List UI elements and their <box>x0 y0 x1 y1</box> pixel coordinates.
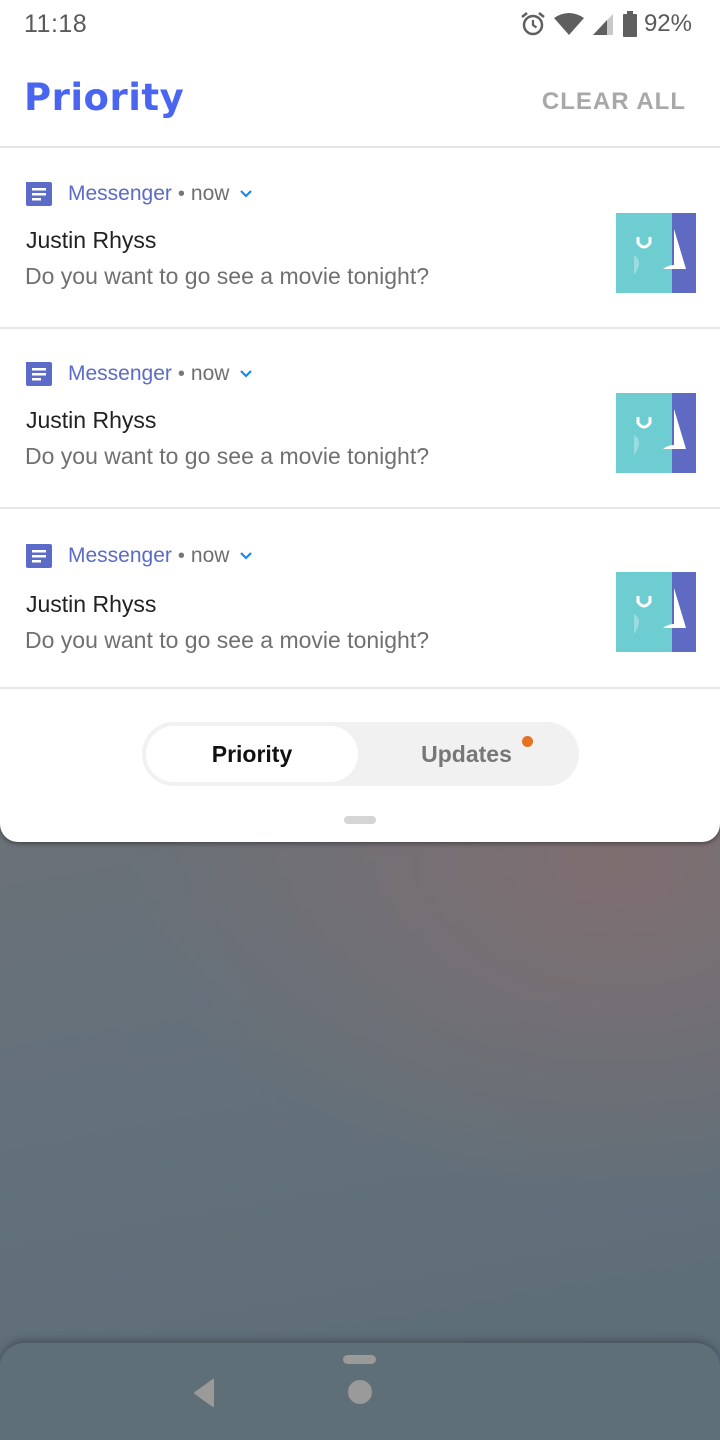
contact-avatar-thumbnail <box>616 213 696 293</box>
status-bar: 11:18 92% <box>0 0 720 50</box>
messenger-app-icon <box>26 544 52 568</box>
notification-sender: Justin Rhyss <box>26 591 157 617</box>
home-gesture-pill[interactable] <box>343 1355 376 1364</box>
messenger-app-icon <box>26 182 52 206</box>
separator-dot: • <box>177 544 185 567</box>
notification-message: Do you want to go see a movie tonight? <box>25 627 430 653</box>
notification-sender: Justin Rhyss <box>26 227 157 253</box>
home-icon[interactable] <box>348 1380 372 1404</box>
back-icon[interactable] <box>193 1379 215 1407</box>
alarm-icon <box>521 12 545 36</box>
notification-message: Do you want to go see a movie tonight? <box>25 263 430 289</box>
battery-percent: 92% <box>643 10 692 37</box>
updates-badge-dot <box>522 736 533 747</box>
tab-updates[interactable]: Updates <box>358 726 575 782</box>
tab-priority[interactable]: Priority <box>146 726 358 782</box>
notification-item[interactable]: Messenger • now Justin Rhyss Do you want… <box>0 509 720 689</box>
navigation-bar <box>0 1343 720 1440</box>
app-name: Messenger <box>68 544 172 567</box>
notification-time: now <box>190 182 230 205</box>
status-clock: 11:18 <box>24 10 88 38</box>
battery-icon <box>622 11 637 37</box>
cell-signal-icon <box>592 14 613 35</box>
notification-time: now <box>190 362 230 385</box>
status-icons: 92% <box>520 9 692 39</box>
notification-header[interactable]: Messenger • now <box>26 543 253 569</box>
shade-header: Priority CLEAR ALL <box>0 60 720 148</box>
section-title: Priority <box>24 76 185 119</box>
contact-avatar-thumbnail <box>616 572 696 652</box>
messenger-app-icon <box>26 362 52 386</box>
app-name: Messenger <box>68 362 172 385</box>
wifi-icon <box>553 13 584 35</box>
chevron-down-icon[interactable] <box>239 551 253 561</box>
tab-updates-label: Updates <box>421 740 512 767</box>
separator-dot: • <box>177 182 185 205</box>
shade-drag-handle[interactable] <box>344 816 376 824</box>
section-tab-toggle: Priority Updates <box>142 722 579 786</box>
notification-header[interactable]: Messenger • now <box>26 361 253 387</box>
chevron-down-icon[interactable] <box>239 369 253 379</box>
clear-all-button[interactable]: CLEAR ALL <box>542 88 686 116</box>
notification-sender: Justin Rhyss <box>26 407 157 433</box>
notification-item[interactable]: Messenger • now Justin Rhyss Do you want… <box>0 329 720 509</box>
contact-avatar-thumbnail <box>616 393 696 473</box>
separator-dot: • <box>177 362 185 385</box>
notification-header[interactable]: Messenger • now <box>26 181 253 207</box>
chevron-down-icon[interactable] <box>239 189 253 199</box>
notification-time: now <box>190 544 230 567</box>
notification-shade: 11:18 92% Priority CLEAR ALL Messenger •… <box>0 0 720 842</box>
notification-message: Do you want to go see a movie tonight? <box>25 443 430 469</box>
notification-item[interactable]: Messenger • now Justin Rhyss Do you want… <box>0 149 720 329</box>
app-name: Messenger <box>68 182 172 205</box>
